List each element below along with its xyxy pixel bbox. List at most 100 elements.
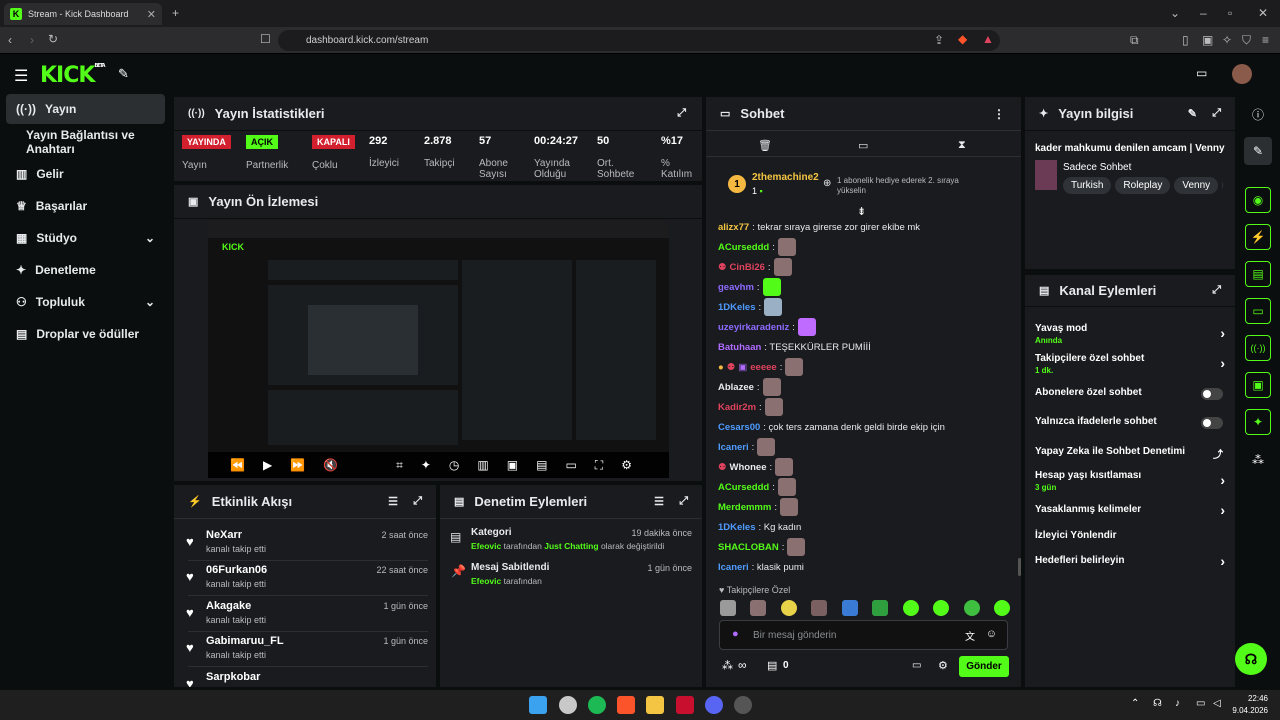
emote-icon[interactable] — [720, 600, 736, 616]
spotify-icon[interactable] — [588, 696, 606, 714]
emote-icon[interactable] — [963, 600, 980, 616]
event-user[interactable]: NeXarr — [206, 529, 242, 541]
fullscreen-icon[interactable]: ⛶ — [595, 458, 603, 473]
steam-icon[interactable] — [734, 696, 752, 714]
sidebar-item-stream-key[interactable]: Yayın Bağlantısı ve Anahtarı — [6, 127, 165, 157]
subs-only-toggle[interactable] — [1201, 388, 1223, 400]
rewind-icon[interactable]: ⏪ — [230, 458, 245, 472]
chat-user[interactable]: Whonee — [730, 462, 767, 473]
emote-icon[interactable] — [750, 600, 767, 616]
leo-icon[interactable]: ✧ — [1222, 33, 1232, 47]
lightning-icon[interactable]: ⚡ — [1245, 224, 1271, 250]
brave-shield-icon[interactable]: ◆ — [958, 32, 967, 46]
sidebar-item-gelir[interactable]: ▥ Gelir — [6, 159, 165, 189]
browser-tab[interactable]: K Stream - Kick Dashboard ✕ — [4, 3, 162, 25]
chat-user[interactable]: uzeyirkaradeniz — [718, 322, 789, 333]
message-icon[interactable]: ▭ — [858, 139, 868, 152]
action-goals[interactable]: Hedefleri belirleyin › — [1035, 553, 1225, 569]
event-user[interactable]: Akagake — [206, 600, 251, 612]
timer-icon[interactable]: ◷ — [449, 458, 459, 472]
emote-icon[interactable] — [841, 600, 858, 616]
chat-user[interactable]: alizx77 — [718, 222, 749, 233]
gift-icon[interactable]: ▤ — [767, 659, 777, 672]
emotes-only-toggle[interactable] — [1201, 417, 1223, 429]
sparkle-icon[interactable]: ✦ — [421, 458, 431, 472]
close-tab-icon[interactable]: ✕ — [147, 8, 156, 21]
action-slow-mode[interactable]: Yavaş mod Anında › — [1035, 323, 1225, 345]
kick-logo[interactable]: KICKBETA — [40, 63, 106, 88]
emote-icon[interactable] — [902, 600, 919, 616]
chat-input-box[interactable]: ● Bir mesaj gönderin 文 ☺ — [719, 620, 1008, 650]
live-indicator-icon[interactable]: ▭ — [1196, 66, 1207, 80]
chat-bubble-icon[interactable]: ▭ — [912, 660, 921, 671]
broadcast-icon[interactable]: ((·)) — [1245, 335, 1271, 361]
sidebar-item-topluluk[interactable]: ⚇ Topluluk ⌄ — [6, 287, 165, 317]
translate-icon[interactable]: 文 — [965, 628, 975, 643]
chat-user[interactable]: 1DKeles — [718, 522, 756, 533]
chat-user[interactable]: 1DKeles — [718, 302, 756, 313]
emote-icon[interactable] — [780, 600, 797, 616]
windows-start-icon[interactable] — [529, 696, 547, 714]
sidebar-item-denetleme[interactable]: ✦ Denetleme — [6, 255, 165, 285]
crop-icon[interactable]: ⌗ — [396, 458, 403, 473]
sidebar-item-basarilar[interactable]: ♕ Başarılar — [6, 191, 165, 221]
wallet-icon[interactable]: ▣ — [1202, 33, 1213, 47]
close-window-icon[interactable]: ✕ — [1258, 6, 1268, 20]
clock[interactable]: 22:46 9.04.2026 — [1228, 693, 1268, 717]
hamburger-icon[interactable]: ☰ — [14, 66, 28, 86]
filter-icon[interactable]: ☰ — [388, 495, 398, 508]
send-button[interactable]: Gönder — [959, 656, 1009, 677]
acrobat-icon[interactable] — [676, 696, 694, 714]
headphones-icon[interactable]: ☊ — [1153, 698, 1162, 709]
chat-user[interactable]: Icaneri — [718, 442, 749, 453]
chat-user[interactable]: ACurseddd — [718, 242, 769, 253]
menu-icon[interactable]: ≡ — [1262, 33, 1269, 47]
vpn-icon[interactable]: ⛉ — [1242, 33, 1251, 48]
mic-icon[interactable]: ● — [732, 628, 739, 640]
action-ai-moderation[interactable]: Yapay Zeka ile Sohbet Denetimi ⤴ — [1035, 446, 1225, 461]
event-user[interactable]: Gabimaruu_FL — [206, 635, 284, 647]
minimize-icon[interactable]: – — [1200, 6, 1207, 20]
info-icon[interactable]: ⓘ — [1244, 100, 1272, 128]
expand-icon[interactable]: ⤢ — [679, 495, 688, 508]
sidebar-toggle-icon[interactable]: ▯ — [1182, 33, 1189, 47]
action-raid[interactable]: İzleyici Yönlendir — [1035, 530, 1225, 541]
chat-user[interactable]: SHACLOBAN — [718, 542, 779, 553]
chat-user[interactable]: ACurseddd — [718, 482, 769, 493]
rewards-icon[interactable]: ▲ — [982, 32, 994, 46]
emoji-icon[interactable]: ☺ — [986, 628, 997, 640]
support-button[interactable]: ☊ — [1235, 643, 1267, 675]
action-account-age[interactable]: Hesap yaşı kısıtlaması 3 gün › — [1035, 470, 1225, 492]
maximize-icon[interactable]: ▫ — [1228, 6, 1232, 20]
event-user[interactable]: 06Furkan06 — [206, 564, 267, 576]
emote-icon[interactable] — [933, 600, 950, 616]
back-icon[interactable]: ‹ — [8, 33, 12, 47]
sidebar-item-yayin[interactable]: ((·)) Yayın — [6, 94, 165, 124]
sidebar-item-droplar[interactable]: ▤ Droplar ve ödüller — [6, 319, 165, 349]
action-emotes-only[interactable]: Yalnızca ifadelerle sohbet — [1035, 416, 1225, 429]
camera-icon[interactable]: ◉ — [1245, 187, 1271, 213]
extensions-icon[interactable]: ⧉ — [1130, 33, 1139, 48]
emote-icon[interactable] — [811, 600, 828, 616]
chat-user[interactable]: geavhm — [718, 282, 754, 293]
event-user[interactable]: Sarpkobar — [206, 671, 260, 683]
volume-icon[interactable]: ◁ — [1213, 698, 1221, 709]
url-input[interactable]: dashboard.kick.com/stream — [278, 30, 1000, 51]
chat-user[interactable]: CinBi26 — [730, 262, 765, 273]
share-icon[interactable]: ⇪ — [934, 33, 944, 47]
mute-icon[interactable]: 🔇 — [323, 458, 338, 472]
chat-user[interactable]: eeeee — [750, 362, 776, 373]
frame-icon[interactable]: ▥ — [477, 458, 488, 472]
pinned-user[interactable]: 2themachine2 — [752, 172, 819, 183]
settings-icon[interactable]: ⚙ — [938, 659, 948, 672]
play-icon[interactable]: ▶ — [263, 458, 272, 472]
fast-forward-icon[interactable]: ⏩ — [290, 458, 305, 472]
document-icon[interactable]: ▤ — [1245, 261, 1271, 287]
edit-icon[interactable]: ✎ — [1244, 137, 1272, 165]
expand-icon[interactable]: ⤢ — [677, 107, 686, 120]
reload-icon[interactable]: ↻ — [48, 32, 58, 46]
monitor-icon[interactable]: ▭ — [1196, 698, 1205, 709]
mod-user[interactable]: Efeovic — [471, 576, 501, 586]
new-tab-icon[interactable]: + — [172, 6, 179, 20]
pip-icon[interactable]: ▣ — [507, 458, 518, 472]
